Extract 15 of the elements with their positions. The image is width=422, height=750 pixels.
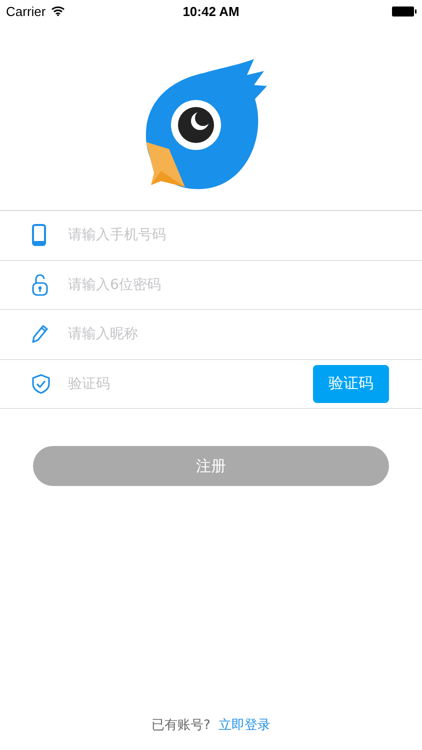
get-code-button[interactable]: 验证码 [313,364,389,403]
battery-icon [392,6,417,16]
status-time: 10:42 AM [182,4,240,18]
login-link[interactable]: 立即登录 [218,716,270,734]
account-prompt: 已有账号? [152,717,210,734]
unlocked-padlock-icon [32,274,48,296]
input-field[interactable]: 请输入6位密码 [66,276,389,294]
input-field[interactable]: 请输入手机号码 [66,226,389,244]
input-field[interactable]: 验证码 [66,374,313,393]
carrier-name: Carrier [6,4,46,18]
input-field[interactable]: 请输入昵称 [66,325,389,344]
phone-icon [32,224,46,246]
pencil-icon [32,325,48,344]
wifi-icon [50,6,65,16]
shield-check-icon [32,374,50,394]
